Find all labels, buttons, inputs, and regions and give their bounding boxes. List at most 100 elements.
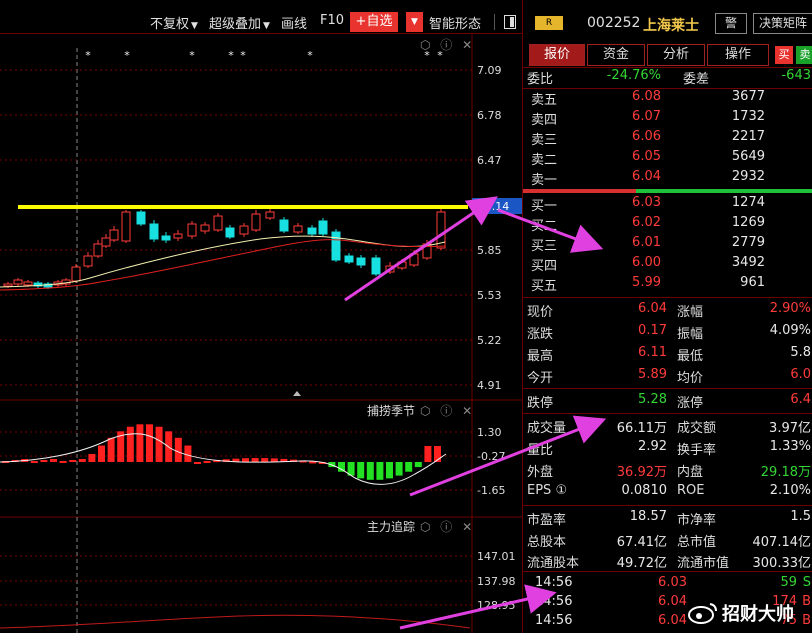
book-price: 6.00 [632,255,661,270]
tab-funds[interactable]: 资金 [587,44,645,66]
book-level-label: 买五 [531,279,558,294]
candle-body [397,261,407,269]
divider [523,505,812,506]
stock-code: 002252 [587,15,641,31]
add-watchlist-caret-icon[interactable]: ▼ [406,12,423,32]
indicator1-bar [126,426,134,462]
add-watchlist-button[interactable]: +自选 [350,12,398,32]
price-tick-label: 4.91 [477,379,502,392]
overlay-label: 超级叠加 [209,17,262,32]
indicator1-bar [40,460,48,462]
stat-label: 涨停 [677,396,704,411]
quick-sell-button[interactable]: 卖 [796,46,812,64]
alert-button[interactable]: 警 [715,13,747,34]
candle-body [318,220,328,235]
bid-row[interactable]: 买二 6.02 1269 [523,214,812,234]
price-tick-label: 6.78 [477,109,502,122]
indicator1-bar [414,462,422,468]
candle-body [356,257,366,266]
order-ratio-bar-red [523,189,636,193]
ask-row[interactable]: 卖一 6.04 2932 [523,168,812,188]
quote-header: R 002252 上海莱士 警 决策矩阵 [523,10,812,38]
indicator1-bar [88,454,96,462]
divider [523,388,812,389]
quick-buy-button[interactable]: 买 [775,46,793,64]
stat-label: 涨幅 [677,305,704,320]
book-level-label: 卖一 [531,173,558,188]
tick-price: 6.03 [658,575,687,590]
price-tick-label: 5.22 [477,334,502,347]
tab-quote[interactable]: 报价 [529,44,585,66]
f10-button[interactable]: F10 [320,13,344,28]
book-price: 6.06 [632,129,661,144]
indicator1-controls[interactable]: ⬡ ⓘ ✕ [420,402,475,419]
overlay-dropdown[interactable]: 超级叠加 ▼ [209,13,270,32]
ask-row[interactable]: 卖四 6.07 1732 [523,108,812,128]
tab-analysis[interactable]: 分析 [647,44,705,66]
candle-body [83,255,93,267]
signal-star-icon: * [189,49,195,62]
tick-time: 14:56 [535,575,573,590]
indicator1-bar [366,462,374,480]
indicator1-bars [2,424,441,480]
signal-star-icon: * [307,49,313,62]
bid-row[interactable]: 买四 6.00 3492 [523,254,812,274]
panel-toggle-icon[interactable] [504,15,516,29]
indicator1-bar [251,458,259,462]
book-level-label: 卖二 [531,153,558,168]
book-volume: 3492 [731,255,765,270]
pane-controls[interactable]: ⬡ ⓘ ✕ [420,36,475,53]
book-price: 6.05 [632,149,661,164]
adjust-dropdown[interactable]: 不复权 ▼ [150,13,198,32]
signal-star-icon: * [228,49,234,62]
price-axis: 7.09 6.78 6.47 5.85 5.53 5.22 4.91 [477,64,502,392]
chart-area[interactable]: 不复权 ▼ 超级叠加 ▼ 画线 F10 +自选 ▼ 智能形态 7.09 6.78 6.4… [0,0,522,633]
scroll-up-icon[interactable] [293,391,301,396]
indicator1-bar [395,462,403,476]
stat-label: 市盈率 [527,513,567,528]
indicator1-bar [203,461,211,464]
candle-body [251,213,261,231]
stat-label: 市净率 [677,513,717,528]
stat-label: 涨跌 [527,327,554,342]
indicator1-tick-label: 1.30 [477,426,502,439]
candle-body [225,227,235,238]
price-tick-label: 7.09 [477,64,502,77]
stat-row: 外盘 36.92万 内盘 29.18万 [523,460,812,480]
caret-down-icon: ▼ [191,21,198,31]
ask-row[interactable]: 卖三 6.06 2217 [523,128,812,148]
indicator2-controls[interactable]: ⬡ ⓘ ✕ [420,518,475,535]
diff-value: -643 [781,68,811,83]
smart-pattern-button[interactable]: 智能形态 [429,13,481,32]
tab-operation[interactable]: 操作 [707,44,769,66]
bid-row[interactable]: 买一 6.03 1274 [523,194,812,214]
stat-value: 3.97亿 [769,421,811,436]
price-grid [0,69,472,386]
kline-chart[interactable]: 7.096.786.475.855.535.224.91 * * * * * * * * 6.… [0,34,522,633]
draw-line-button[interactable]: 画线 [281,13,307,32]
stat-row: 涨跌 0.17 振幅 4.09% [523,322,812,342]
candle-body [213,215,223,231]
ask-row[interactable]: 卖五 6.08 3677 [523,88,812,108]
indicator1-bar [78,459,86,462]
bid-row[interactable]: 买五 5.99 961 [523,274,812,294]
decision-matrix-button[interactable]: 决策矩阵 [753,13,812,34]
chart-toolbar: 不复权 ▼ 超级叠加 ▼ 画线 F10 +自选 ▼ 智能形态 [0,10,522,34]
indicator1-tick-label: -1.65 [477,484,505,497]
tick-row: 14:56 6.04 75 B [523,612,812,632]
indicator2-grid [0,555,472,606]
stat-value: 36.92万 [616,465,667,480]
ratio-value: -24.76% [606,68,661,83]
indicator1-axis: 1.30 -0.27 -1.65 [477,426,505,497]
stat-value: 0.17 [638,323,667,338]
indicator1-title: 捕捞季节 [367,404,416,418]
candle-body [121,211,131,242]
stat-value: 2.90% [769,301,811,316]
indicator1-bar [98,445,105,462]
candle-body [109,229,119,241]
stat-value: 67.41亿 [616,535,667,550]
ask-row[interactable]: 卖二 6.05 5649 [523,148,812,168]
indicator1-bar [155,426,163,462]
bid-row[interactable]: 买三 6.01 2779 [523,234,812,254]
indicator1-bar [424,446,432,462]
